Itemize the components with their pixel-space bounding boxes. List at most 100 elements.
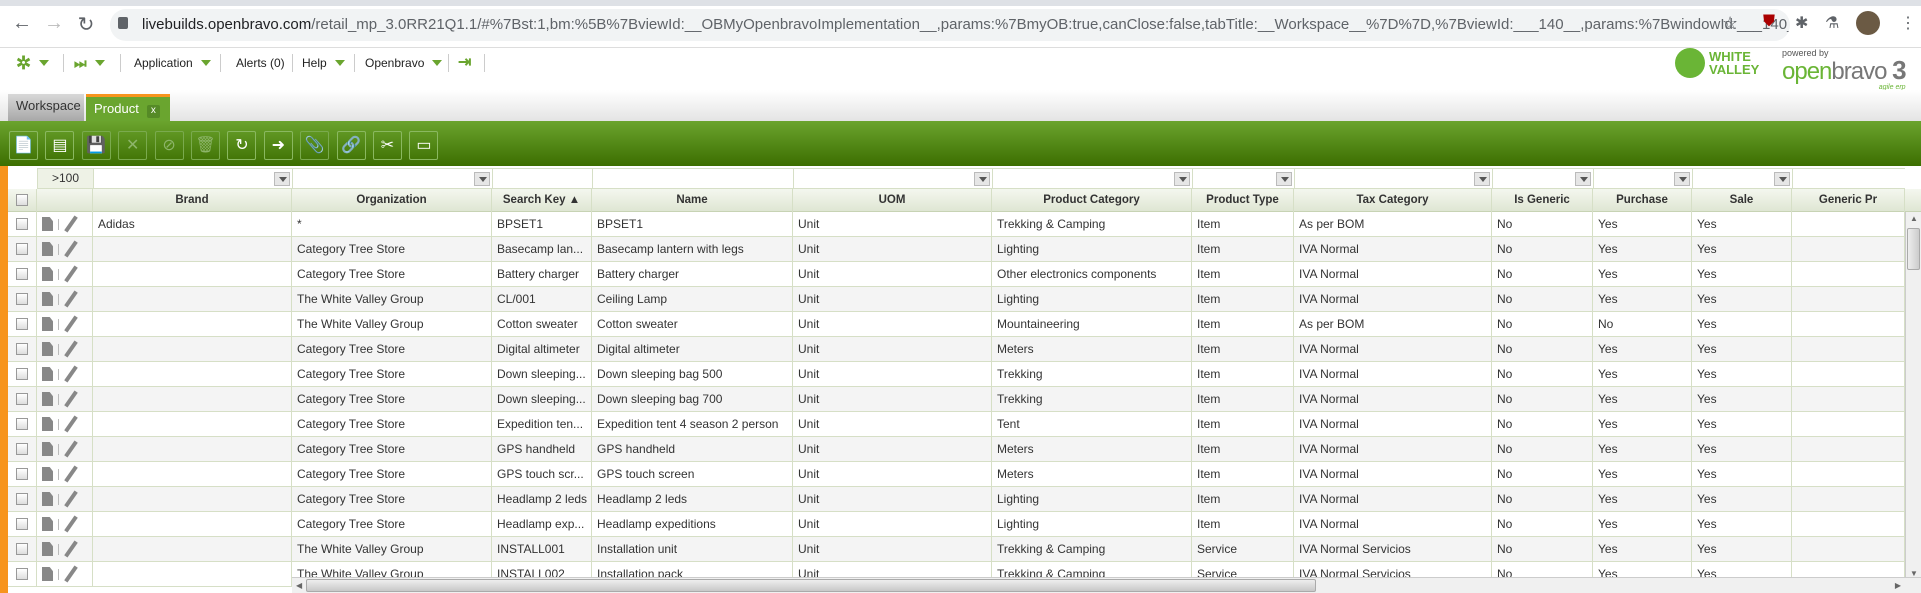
chevron-down-icon[interactable] xyxy=(1174,172,1190,186)
column-header-searchkey[interactable]: Search Key ▲ xyxy=(492,189,592,212)
filter-brand[interactable] xyxy=(93,168,292,189)
row-checkbox[interactable] xyxy=(16,468,28,480)
open-form-icon[interactable] xyxy=(42,417,53,431)
row-checkbox[interactable] xyxy=(16,443,28,455)
filter-category[interactable] xyxy=(992,168,1192,189)
column-header-tax[interactable]: Tax Category xyxy=(1294,189,1492,212)
row-select[interactable] xyxy=(8,362,37,387)
scroll-up-icon[interactable]: ▲ xyxy=(1910,214,1918,223)
link-button[interactable]: 🔗 xyxy=(336,131,366,160)
close-tab-icon[interactable]: x xyxy=(146,105,160,118)
edit-icon[interactable] xyxy=(64,390,78,408)
row-checkbox[interactable] xyxy=(16,343,28,355)
open-form-icon[interactable] xyxy=(42,492,53,506)
menu-openbravo[interactable]: Openbravo xyxy=(365,52,443,74)
column-header-uom[interactable]: UOM xyxy=(793,189,992,212)
chevron-down-icon[interactable] xyxy=(1674,172,1690,186)
edit-icon[interactable] xyxy=(64,440,78,458)
bookmark-star-icon[interactable]: ☆ xyxy=(1722,13,1738,34)
filter-type[interactable] xyxy=(1192,168,1294,189)
table-row[interactable]: Adidas * BPSET1 BPSET1 Unit Trekking & Campin… xyxy=(8,212,1905,237)
edit-icon[interactable] xyxy=(64,290,78,308)
open-form-icon[interactable] xyxy=(42,267,53,281)
menu-alerts[interactable]: Alerts (0) xyxy=(236,52,285,74)
vertical-scrollbar[interactable]: ▲ ▼ xyxy=(1905,212,1921,580)
row-select[interactable] xyxy=(8,537,37,562)
attach-button[interactable]: 📎 xyxy=(300,131,330,160)
row-checkbox[interactable] xyxy=(16,368,28,380)
edit-icon[interactable] xyxy=(64,415,78,433)
filter-tax[interactable] xyxy=(1294,168,1492,189)
scroll-right-icon[interactable]: ▶ xyxy=(1895,581,1901,590)
filter-searchkey[interactable] xyxy=(492,168,592,189)
column-header-org[interactable]: Organization xyxy=(292,189,492,212)
select-all-checkbox[interactable] xyxy=(16,194,28,206)
edit-icon[interactable] xyxy=(64,215,78,233)
column-header-purchase[interactable]: Purchase xyxy=(1593,189,1692,212)
toggle-view-button[interactable]: ▭ xyxy=(409,131,439,160)
row-checkbox[interactable] xyxy=(16,268,28,280)
filter-uom[interactable] xyxy=(793,168,992,189)
table-row[interactable]: Category Tree Store Down sleeping... Down … xyxy=(8,362,1905,387)
edit-icon[interactable] xyxy=(64,565,78,583)
row-select[interactable] xyxy=(8,287,37,312)
chevron-down-icon[interactable] xyxy=(974,172,990,186)
delete-button[interactable]: 🗑 xyxy=(191,131,220,160)
table-row[interactable]: Category Tree Store Down sleeping... Down … xyxy=(8,387,1905,412)
open-form-icon[interactable] xyxy=(42,392,53,406)
table-row[interactable]: The White Valley Group INSTALL001 Installa… xyxy=(8,537,1905,562)
filter-generic[interactable] xyxy=(1492,168,1593,189)
logout-icon[interactable]: ⇥ xyxy=(458,52,471,74)
edit-icon[interactable] xyxy=(64,240,78,258)
row-select[interactable] xyxy=(8,237,37,262)
open-form-icon[interactable] xyxy=(42,442,53,456)
profile-avatar[interactable] xyxy=(1856,11,1880,35)
open-form-icon[interactable] xyxy=(42,242,53,256)
labs-icon[interactable]: ⚗ xyxy=(1825,13,1839,33)
column-header-sale[interactable]: Sale xyxy=(1692,189,1792,212)
kebab-menu-icon[interactable]: ⋮ xyxy=(1900,13,1916,33)
row-select[interactable] xyxy=(8,512,37,537)
row-checkbox[interactable] xyxy=(16,243,28,255)
row-checkbox[interactable] xyxy=(16,518,28,530)
forward-icon[interactable]: → xyxy=(42,12,66,35)
menu-help[interactable]: Help xyxy=(302,52,345,74)
tab-workspace[interactable]: Workspace xyxy=(8,94,84,121)
row-select[interactable] xyxy=(8,387,37,412)
header-select-all[interactable] xyxy=(8,189,37,212)
open-form-icon[interactable] xyxy=(42,517,53,531)
row-select[interactable] xyxy=(8,487,37,512)
column-header-category[interactable]: Product Category xyxy=(992,189,1192,212)
column-header-name[interactable]: Name xyxy=(592,189,793,212)
edit-icon[interactable] xyxy=(64,465,78,483)
open-form-icon[interactable] xyxy=(42,367,53,381)
open-form-icon[interactable] xyxy=(42,542,53,556)
edit-icon[interactable] xyxy=(64,315,78,333)
back-icon[interactable]: ← xyxy=(10,12,34,35)
scroll-left-icon[interactable]: ◀ xyxy=(296,581,302,590)
undo-button[interactable]: ⊘ xyxy=(154,131,184,160)
table-row[interactable]: Category Tree Store Digital altimeter Digi… xyxy=(8,337,1905,362)
menu-application[interactable]: Application xyxy=(134,52,211,74)
vertical-scroll-thumb[interactable] xyxy=(1907,228,1920,270)
address-bar[interactable]: livebuilds.openbravo.com/retail_mp_3.0RR… xyxy=(110,9,1790,41)
edit-icon[interactable] xyxy=(64,515,78,533)
extensions-icon[interactable]: ✱ xyxy=(1795,13,1808,33)
ublock-icon[interactable]: ⛊ xyxy=(1763,13,1775,31)
quick-launch-menu[interactable]: ⏭ xyxy=(74,52,105,74)
row-checkbox[interactable] xyxy=(16,568,28,580)
filter-org[interactable] xyxy=(292,168,492,189)
chevron-down-icon[interactable] xyxy=(1474,172,1490,186)
horizontal-scrollbar[interactable]: ◀ ▶ xyxy=(292,577,1921,593)
row-checkbox[interactable] xyxy=(16,418,28,430)
row-select[interactable] xyxy=(8,462,37,487)
open-form-icon[interactable] xyxy=(42,567,53,581)
open-form-icon[interactable] xyxy=(42,217,53,231)
tab-product[interactable]: Product x xyxy=(86,94,170,121)
chevron-down-icon[interactable] xyxy=(474,172,490,186)
edit-icon[interactable] xyxy=(64,340,78,358)
new-row-button[interactable]: ▤ xyxy=(45,131,75,160)
edit-icon[interactable] xyxy=(64,540,78,558)
open-form-icon[interactable] xyxy=(42,292,53,306)
chevron-down-icon[interactable] xyxy=(274,172,290,186)
